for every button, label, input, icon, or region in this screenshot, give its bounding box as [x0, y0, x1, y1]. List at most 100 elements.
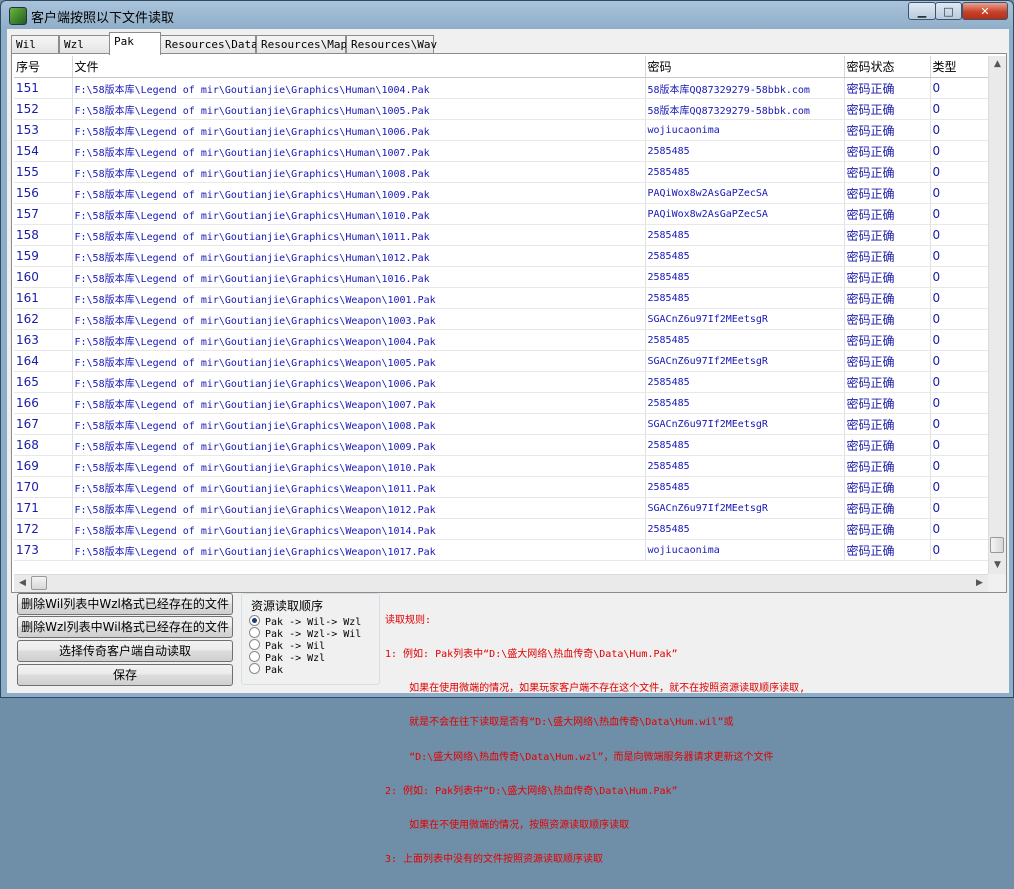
cell-type: 0: [930, 350, 988, 372]
table-row[interactable]: 168 F:\58版本库\Legend of mir\Goutianjie\Gra…: [14, 434, 988, 456]
table-row[interactable]: 154 F:\58版本库\Legend of mir\Goutianjie\Gra…: [14, 140, 988, 162]
minimize-button[interactable]: ▁: [908, 2, 936, 20]
table-row[interactable]: 159 F:\58版本库\Legend of mir\Goutianjie\Gra…: [14, 245, 988, 267]
cell-index: 172: [14, 518, 73, 540]
cell-password-status: 密码正确: [844, 119, 931, 141]
cell-password: 2585485: [645, 287, 845, 309]
tab-resources-wav[interactable]: Resources\Wav: [346, 35, 437, 54]
cell-type: 0: [930, 518, 988, 540]
table-row[interactable]: 155 F:\58版本库\Legend of mir\Goutianjie\Gra…: [14, 161, 988, 183]
horizontal-scroll-thumb[interactable]: [31, 576, 47, 590]
table-row[interactable]: 157 F:\58版本库\Legend of mir\Goutianjie\Gra…: [14, 203, 988, 225]
cell-password: 2585485: [645, 518, 845, 540]
cell-type: 0: [930, 392, 988, 414]
table-row[interactable]: 170 F:\58版本库\Legend of mir\Goutianjie\Gra…: [14, 476, 988, 498]
tab-resources-data[interactable]: Resources\Data: [160, 35, 258, 54]
cell-index: 152: [14, 98, 73, 120]
tab-pak[interactable]: Pak: [109, 32, 161, 55]
maximize-button[interactable]: □: [935, 2, 962, 20]
cell-file: F:\58版本库\Legend of mir\Goutianjie\Graphi…: [72, 434, 646, 456]
scroll-down-arrow-icon[interactable]: ▼: [989, 557, 1006, 574]
cell-password-status: 密码正确: [844, 77, 931, 99]
delete-wzl-duplicates-button[interactable]: 删除Wzl列表中Wil格式已经存在的文件: [17, 616, 233, 638]
rules-line: 就是不会在往下读取是否有“D:\盛大网络\热血传奇\Data\Hum.wil”或: [385, 717, 734, 729]
cell-password: SGACnZ6u97If2MEetsgR: [645, 350, 845, 372]
table-row[interactable]: 173 F:\58版本库\Legend of mir\Goutianjie\Gra…: [14, 539, 988, 561]
column-header-file[interactable]: 文件: [72, 56, 646, 78]
cell-password-status: 密码正确: [844, 182, 931, 204]
title-bar[interactable]: 客户端按照以下文件读取 ▁ □ ✕: [1, 1, 1013, 29]
tab-wzl[interactable]: Wzl: [59, 35, 111, 54]
order-option-pak-wil-wzl[interactable]: Pak -> Wil-> Wzl: [249, 615, 361, 628]
file-list[interactable]: 序号 文件 密码 密码状态 类型 151 F:\58版本库\Legend of m…: [14, 56, 988, 592]
rules-line: 2: 例如: Pak列表中“D:\盛大网络\热血传奇\Data\Hum.Pak”: [385, 785, 678, 797]
table-row[interactable]: 164 F:\58版本库\Legend of mir\Goutianjie\Gra…: [14, 350, 988, 372]
cell-index: 168: [14, 434, 73, 456]
table-row[interactable]: 153 F:\58版本库\Legend of mir\Goutianjie\Gra…: [14, 119, 988, 141]
table-row[interactable]: 172 F:\58版本库\Legend of mir\Goutianjie\Gra…: [14, 518, 988, 540]
cell-password: 2585485: [645, 224, 845, 246]
radio-icon[interactable]: [249, 663, 260, 674]
table-row[interactable]: 161 F:\58版本库\Legend of mir\Goutianjie\Gra…: [14, 287, 988, 309]
cell-index: 160: [14, 266, 73, 288]
close-button[interactable]: ✕: [962, 2, 1008, 20]
order-option-pak-wil[interactable]: Pak -> Wil: [249, 639, 325, 652]
table-row[interactable]: 156 F:\58版本库\Legend of mir\Goutianjie\Gra…: [14, 182, 988, 204]
table-row[interactable]: 166 F:\58版本库\Legend of mir\Goutianjie\Gra…: [14, 392, 988, 414]
table-row[interactable]: 151 F:\58版本库\Legend of mir\Goutianjie\Gra…: [14, 77, 988, 99]
window-title: 客户端按照以下文件读取: [31, 11, 175, 26]
radio-icon[interactable]: [249, 651, 260, 662]
cell-type: 0: [930, 497, 988, 519]
rules-line: 3: 上面列表中没有的文件按照资源读取顺序读取: [385, 854, 604, 866]
app-icon: [9, 7, 27, 25]
cell-file: F:\58版本库\Legend of mir\Goutianjie\Graphi…: [72, 308, 646, 330]
scroll-left-arrow-icon[interactable]: ◀: [14, 575, 31, 592]
tab-wil[interactable]: Wil: [11, 35, 59, 54]
vertical-scrollbar[interactable]: ▲ ▼: [988, 56, 1006, 574]
table-row[interactable]: 167 F:\58版本库\Legend of mir\Goutianjie\Gra…: [14, 413, 988, 435]
table-row[interactable]: 152 F:\58版本库\Legend of mir\Goutianjie\Gra…: [14, 98, 988, 120]
scroll-up-arrow-icon[interactable]: ▲: [989, 56, 1006, 73]
vertical-scroll-thumb[interactable]: [990, 537, 1004, 553]
tab-resources-map[interactable]: Resources\Map: [256, 35, 347, 54]
cell-type: 0: [930, 287, 988, 309]
table-row[interactable]: 169 F:\58版本库\Legend of mir\Goutianjie\Gra…: [14, 455, 988, 477]
cell-type: 0: [930, 77, 988, 99]
cell-password: SGACnZ6u97If2MEetsgR: [645, 413, 845, 435]
cell-password-status: 密码正确: [844, 518, 931, 540]
table-row[interactable]: 165 F:\58版本库\Legend of mir\Goutianjie\Gra…: [14, 371, 988, 393]
order-option-pak-wzl-wil[interactable]: Pak -> Wzl-> Wil: [249, 627, 361, 640]
scroll-right-arrow-icon[interactable]: ▶: [971, 575, 988, 592]
select-client-button[interactable]: 选择传奇客户端自动读取: [17, 640, 233, 662]
order-option-pak-wzl[interactable]: Pak -> Wzl: [249, 651, 325, 664]
column-header-index[interactable]: 序号: [14, 56, 73, 78]
table-row[interactable]: 158 F:\58版本库\Legend of mir\Goutianjie\Gra…: [14, 224, 988, 246]
radio-icon[interactable]: [249, 627, 260, 638]
cell-index: 153: [14, 119, 73, 141]
radio-icon[interactable]: [249, 639, 260, 650]
table-row[interactable]: 160 F:\58版本库\Legend of mir\Goutianjie\Gra…: [14, 266, 988, 288]
delete-wil-duplicates-button[interactable]: 删除Wil列表中Wzl格式已经存在的文件: [17, 593, 233, 615]
cell-index: 162: [14, 308, 73, 330]
table-row[interactable]: 163 F:\58版本库\Legend of mir\Goutianjie\Gra…: [14, 329, 988, 351]
cell-file: F:\58版本库\Legend of mir\Goutianjie\Graphi…: [72, 182, 646, 204]
horizontal-scrollbar[interactable]: ◀ ▶: [14, 574, 988, 592]
column-header-type[interactable]: 类型: [930, 56, 988, 78]
cell-index: 173: [14, 539, 73, 561]
order-option-pak[interactable]: Pak: [249, 663, 283, 676]
column-header-password-status[interactable]: 密码状态: [844, 56, 931, 78]
cell-file: F:\58版本库\Legend of mir\Goutianjie\Graphi…: [72, 392, 646, 414]
cell-password-status: 密码正确: [844, 308, 931, 330]
cell-index: 158: [14, 224, 73, 246]
table-row[interactable]: 171 F:\58版本库\Legend of mir\Goutianjie\Gra…: [14, 497, 988, 519]
save-button[interactable]: 保存: [17, 664, 233, 686]
cell-index: 157: [14, 203, 73, 225]
cell-password-status: 密码正确: [844, 455, 931, 477]
cell-password: 2585485: [645, 455, 845, 477]
radio-selected-icon[interactable]: [249, 615, 260, 626]
cell-password-status: 密码正确: [844, 539, 931, 561]
cell-file: F:\58版本库\Legend of mir\Goutianjie\Graphi…: [72, 455, 646, 477]
column-header-password[interactable]: 密码: [645, 56, 845, 78]
cell-password-status: 密码正确: [844, 140, 931, 162]
table-row[interactable]: 162 F:\58版本库\Legend of mir\Goutianjie\Gra…: [14, 308, 988, 330]
